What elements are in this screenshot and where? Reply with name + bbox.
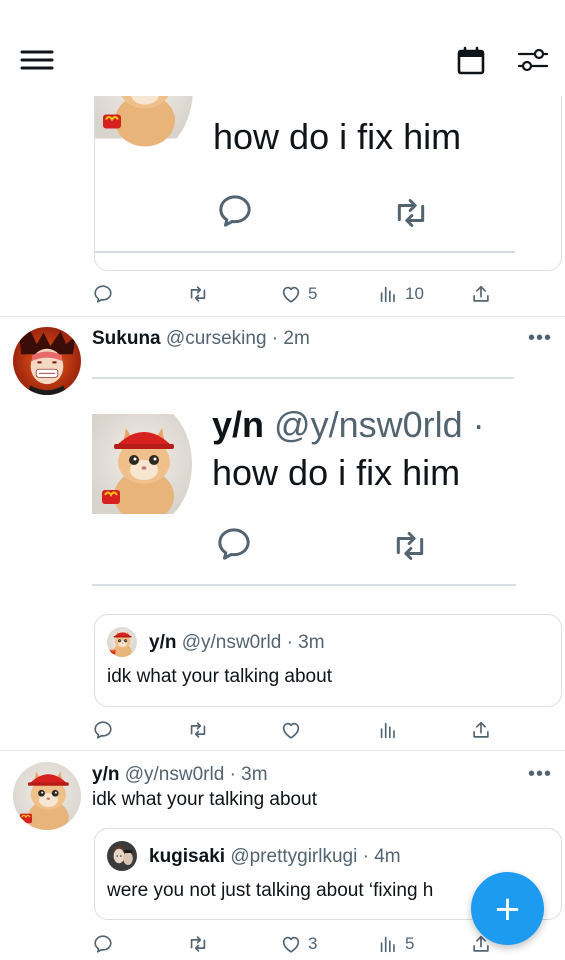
- views-icon: [380, 936, 395, 953]
- retweet-button[interactable]: [186, 282, 210, 306]
- retweet-icon: [389, 193, 433, 233]
- retweet-icon: [190, 722, 206, 738]
- more-options-icon[interactable]: •••: [528, 764, 552, 784]
- retweet-button[interactable]: [186, 932, 210, 956]
- divider: [92, 377, 514, 379]
- post-actions: 3 5: [92, 932, 492, 956]
- like-button[interactable]: 3: [280, 932, 317, 956]
- embedded-screenshot-text: how do i fix him: [212, 452, 461, 493]
- avatar[interactable]: [13, 327, 81, 395]
- share-icon: [473, 285, 489, 302]
- like-count: 5: [308, 284, 318, 303]
- avatar[interactable]: [13, 762, 81, 830]
- reply-button[interactable]: [92, 932, 114, 956]
- embedded-author-handle: @y/nsw0rld ·: [274, 404, 485, 445]
- view-count: 5: [405, 934, 415, 953]
- reply-icon: [94, 721, 112, 739]
- retweet-icon: [190, 936, 206, 952]
- like-button[interactable]: [280, 718, 302, 742]
- separator: ·: [271, 328, 279, 349]
- quote-text: were you not just talking about ‘fixing …: [107, 880, 434, 901]
- quote-card[interactable]: y/n @y/nsw0rld · 3m idk what your talkin…: [94, 614, 562, 707]
- post-header: y/n @y/nsw0rld · 3m: [92, 764, 268, 786]
- like-count: 3: [308, 934, 318, 953]
- reply-button[interactable]: [92, 718, 114, 742]
- author-name[interactable]: Sukuna: [92, 328, 161, 349]
- avatar: [92, 400, 192, 528]
- post-actions: [92, 718, 492, 742]
- embedded-screenshot-text: how do i fix him: [213, 116, 462, 157]
- quote-author-handle: @y/nsw0rld: [181, 632, 282, 653]
- post-actions: 5 10: [92, 282, 492, 306]
- sliders-icon[interactable]: [517, 46, 549, 74]
- top-bar: [0, 0, 565, 96]
- quote-header: y/n @y/nsw0rld · 3m: [149, 632, 325, 654]
- views-button[interactable]: [377, 718, 399, 742]
- timestamp: 4m: [374, 846, 401, 867]
- retweet-icon: [388, 526, 432, 566]
- embedded-screenshot-header: y/n @y/nsw0rld ·: [212, 404, 485, 446]
- embedded-author-name: y/n: [212, 404, 265, 445]
- more-options-icon[interactable]: •••: [528, 328, 552, 348]
- reply-icon: [215, 191, 255, 231]
- views-icon: [380, 722, 395, 739]
- share-button[interactable]: [470, 718, 492, 742]
- avatar: [107, 841, 137, 871]
- post-divider: [0, 750, 565, 751]
- separator: ·: [286, 632, 293, 653]
- share-button[interactable]: [470, 282, 492, 306]
- views-button[interactable]: 10: [377, 282, 424, 306]
- hamburger-menu-icon[interactable]: [20, 48, 54, 72]
- avatar: [107, 627, 137, 657]
- compose-button[interactable]: +: [471, 872, 544, 945]
- reply-button[interactable]: [92, 282, 114, 306]
- post-divider: [0, 316, 565, 317]
- quote-author-name: kugisaki: [149, 846, 226, 867]
- separator: ·: [362, 846, 369, 867]
- plus-icon: +: [493, 888, 522, 929]
- heart-icon: [282, 936, 300, 953]
- retweet-icon: [190, 286, 206, 302]
- retweet-button[interactable]: [186, 718, 210, 742]
- quote-author-name: y/n: [149, 632, 177, 653]
- divider: [95, 251, 515, 253]
- calendar-icon[interactable]: [456, 46, 486, 76]
- share-icon: [473, 721, 489, 738]
- reply-icon: [94, 935, 112, 953]
- post-header: Sukuna @curseking · 2m: [92, 328, 310, 350]
- author-handle[interactable]: @y/nsw0rld: [125, 764, 225, 785]
- heart-icon: [282, 286, 300, 303]
- embedded-screenshot[interactable]: y/n @y/nsw0rld · how do i fix him: [92, 380, 522, 590]
- views-button[interactable]: 5: [377, 932, 414, 956]
- reply-icon: [94, 285, 112, 303]
- author-name[interactable]: y/n: [92, 764, 119, 785]
- separator: ·: [229, 764, 236, 785]
- quote-text: idk what your talking about: [107, 666, 332, 687]
- quote-header: kugisaki @prettygirlkugi · 4m: [149, 846, 401, 868]
- like-button[interactable]: 5: [280, 282, 317, 306]
- divider: [92, 584, 516, 586]
- timestamp: 3m: [298, 632, 325, 653]
- views-icon: [380, 286, 395, 303]
- timestamp: 2m: [283, 328, 310, 349]
- reply-icon: [214, 524, 254, 564]
- post-text: idk what your talking about: [92, 789, 317, 810]
- author-handle[interactable]: @curseking: [166, 328, 267, 349]
- view-count: 10: [405, 284, 424, 303]
- quote-author-handle: @prettygirlkugi: [230, 846, 358, 867]
- timestamp: 3m: [241, 764, 268, 785]
- heart-icon: [282, 722, 300, 739]
